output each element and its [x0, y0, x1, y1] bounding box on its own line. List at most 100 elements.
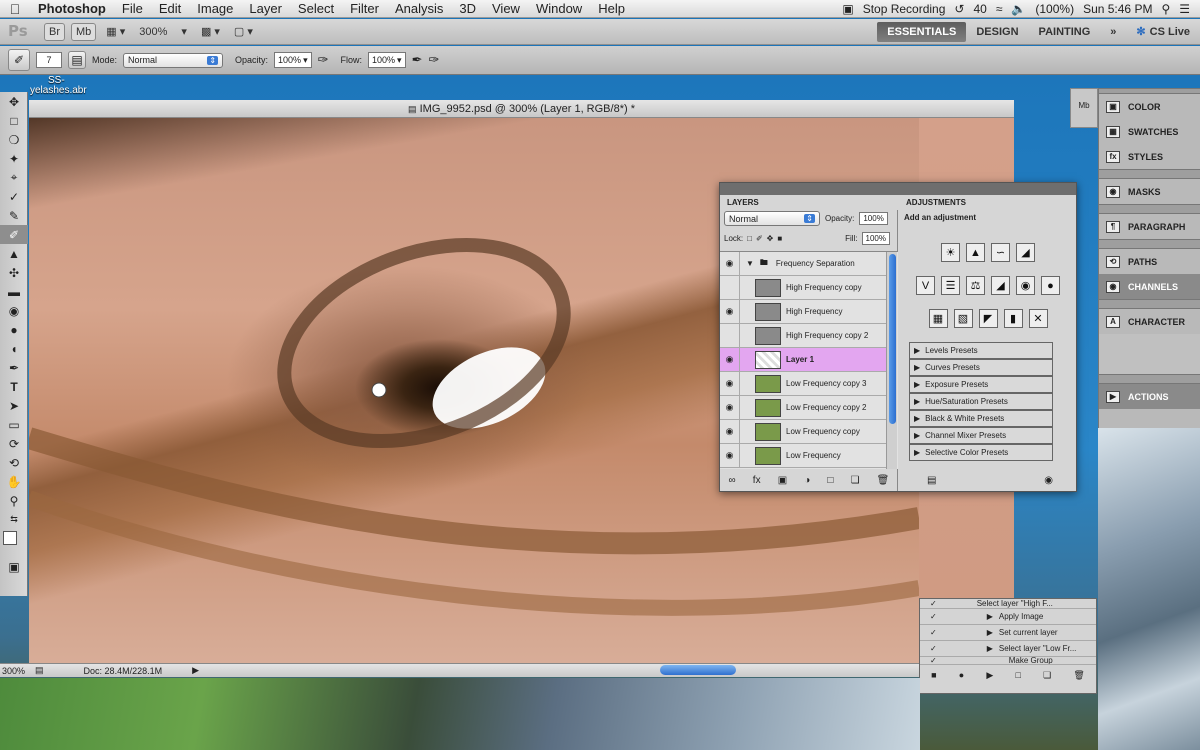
- action-expand-icon[interactable]: ▶: [987, 644, 993, 653]
- notification-icon[interactable]: ☰: [1179, 2, 1190, 16]
- dock-paragraph[interactable]: ¶ PARAGRAPH: [1099, 214, 1200, 239]
- blur-tool-icon[interactable]: ●: [0, 320, 28, 339]
- preset-black-white[interactable]: ▶ Black & White Presets: [909, 410, 1053, 427]
- curves-icon[interactable]: ∽: [991, 243, 1010, 262]
- clip-icon[interactable]: ▤: [927, 475, 936, 486]
- stop-recording-label[interactable]: Stop Recording: [863, 2, 946, 16]
- dock-character[interactable]: A CHARACTER: [1099, 309, 1200, 334]
- action-row[interactable]: ✓ ▶ Set current layer: [920, 625, 1096, 641]
- marquee-tool-icon[interactable]: □: [0, 111, 28, 130]
- layer-row[interactable]: ◉ Low Frequency: [720, 443, 886, 468]
- tool-preset-picker[interactable]: ✐: [8, 49, 30, 71]
- gradient-map-icon[interactable]: ▮: [1003, 309, 1023, 328]
- dock-paths[interactable]: ⟲ PATHS: [1099, 249, 1200, 274]
- quick-select-tool-icon[interactable]: ✦: [0, 149, 28, 168]
- eye-icon[interactable]: ◉: [720, 252, 740, 276]
- photo-filter-icon[interactable]: ◉: [1016, 276, 1035, 295]
- channel-mixer-icon[interactable]: ●: [1041, 276, 1060, 295]
- threshold-icon[interactable]: ◤: [978, 309, 998, 328]
- new-action-icon[interactable]: ❏: [1043, 670, 1051, 681]
- pressure-opacity-icon[interactable]: ✑: [318, 52, 329, 68]
- color-balance-icon[interactable]: ⚖: [966, 276, 985, 295]
- opacity-input[interactable]: 100% ▾: [274, 52, 312, 68]
- type-tool-icon[interactable]: T: [0, 377, 28, 396]
- preset-levels[interactable]: ▶ Levels Presets: [909, 342, 1053, 359]
- brush-preset-picker[interactable]: 7: [36, 52, 62, 68]
- volume-icon[interactable]: 🔈: [1011, 2, 1026, 16]
- lock-all-icon[interactable]: ■: [777, 234, 782, 243]
- dock-swatches[interactable]: ▦ SWATCHES: [1099, 119, 1200, 144]
- new-group-icon[interactable]: □: [827, 475, 833, 486]
- cs-live-button[interactable]: ✼ CS Live: [1126, 19, 1200, 44]
- layer-group-row[interactable]: ◉ ▼ 🖿 Frequency Separation: [720, 252, 886, 276]
- preset-exposure[interactable]: ▶ Exposure Presets: [909, 376, 1053, 393]
- menu-image[interactable]: Image: [189, 1, 241, 16]
- menu-photoshop[interactable]: Photoshop: [30, 1, 114, 16]
- layer-row[interactable]: High Frequency copy: [720, 275, 886, 300]
- eraser-tool-icon[interactable]: ▬: [0, 282, 28, 301]
- action-check-icon[interactable]: ✓: [930, 628, 937, 637]
- action-check-icon[interactable]: ✓: [930, 612, 937, 621]
- color-swatches[interactable]: [0, 529, 28, 557]
- brush-panel-toggle-icon[interactable]: ▤: [68, 51, 86, 69]
- menu-edit[interactable]: Edit: [151, 1, 189, 16]
- record-action-icon[interactable]: ●: [959, 670, 964, 681]
- status-menu-arrow-icon[interactable]: ▶: [192, 665, 199, 676]
- action-check-icon[interactable]: ✓: [930, 657, 937, 664]
- menu-window[interactable]: Window: [528, 1, 590, 16]
- eye-icon[interactable]: ◉: [720, 395, 740, 420]
- mode-select[interactable]: Normal ⇕: [123, 52, 224, 68]
- wifi-icon[interactable]: ≈: [996, 2, 1003, 16]
- workspace-painting[interactable]: PAINTING: [1029, 19, 1101, 44]
- more-workspaces-button[interactable]: »: [1100, 19, 1126, 44]
- preset-selective-color[interactable]: ▶ Selective Color Presets: [909, 444, 1053, 461]
- pen-tool-icon[interactable]: ✒: [0, 358, 28, 377]
- levels-icon[interactable]: ▲: [966, 243, 985, 262]
- brightness-contrast-icon[interactable]: ☀: [941, 243, 960, 262]
- status-zoom[interactable]: 300%: [2, 666, 25, 676]
- mini-bridge-button[interactable]: Mb: [71, 22, 97, 41]
- stop-recording-icon[interactable]: ▣: [842, 2, 853, 16]
- tab-layers[interactable]: LAYERS: [722, 195, 764, 210]
- horizontal-scrollbar-thumb[interactable]: [660, 665, 736, 675]
- lasso-tool-icon[interactable]: ❍: [0, 130, 28, 149]
- foreground-color-swatch[interactable]: [3, 531, 17, 545]
- eye-icon[interactable]: ◉: [720, 443, 740, 468]
- action-row[interactable]: ✓ Select layer "High F...: [920, 599, 1096, 609]
- new-layer-icon[interactable]: ❏: [851, 475, 860, 486]
- dock-color[interactable]: ▣ COLOR: [1099, 94, 1200, 119]
- eye-icon[interactable]: ◉: [720, 371, 740, 396]
- mini-bridge-dock-icon[interactable]: Mb: [1070, 88, 1098, 128]
- layer-row-selected[interactable]: ◉ Layer 1: [720, 347, 886, 372]
- trash-icon[interactable]: 🗑: [877, 475, 890, 486]
- stop-action-icon[interactable]: ■: [931, 670, 936, 681]
- layer-row[interactable]: ◉ Low Frequency copy 2: [720, 395, 886, 420]
- menu-analysis[interactable]: Analysis: [387, 1, 451, 16]
- layers-scrollbar-thumb[interactable]: [888, 254, 896, 424]
- chevron-down-icon[interactable]: ▾: [397, 55, 402, 66]
- layer-row[interactable]: ◉ Low Frequency copy: [720, 419, 886, 444]
- menu-select[interactable]: Select: [290, 1, 342, 16]
- crop-tool-icon[interactable]: ⌖: [0, 168, 28, 187]
- new-set-icon[interactable]: □: [1016, 670, 1021, 681]
- menu-help[interactable]: Help: [590, 1, 633, 16]
- fx-icon[interactable]: fx: [753, 475, 761, 486]
- adjustment-layer-icon[interactable]: ◑: [804, 475, 810, 486]
- dock-masks[interactable]: ◉ MASKS: [1099, 179, 1200, 204]
- exposure-icon[interactable]: ◢: [1016, 243, 1035, 262]
- play-action-icon[interactable]: ▶: [986, 670, 993, 681]
- fill-input[interactable]: 100%: [861, 232, 890, 245]
- chevron-down-icon[interactable]: ▾: [303, 55, 308, 66]
- menu-layer[interactable]: Layer: [241, 1, 290, 16]
- 3d-rotate-tool-icon[interactable]: ⟳: [0, 434, 28, 453]
- 3d-orbit-tool-icon[interactable]: ⟲: [0, 453, 28, 472]
- menu-file[interactable]: File: [114, 1, 151, 16]
- sync-icon[interactable]: ↺: [954, 2, 964, 16]
- eyedropper-tool-icon[interactable]: ✓: [0, 187, 28, 206]
- status-info-icon[interactable]: ▤: [35, 665, 44, 676]
- action-row[interactable]: ✓ ▶ Apply Image: [920, 609, 1096, 625]
- clock-label[interactable]: Sun 5:46 PM: [1083, 2, 1152, 16]
- move-tool-icon[interactable]: ✥: [0, 92, 28, 111]
- eye-hidden-icon[interactable]: [720, 323, 740, 348]
- eye-icon[interactable]: ◉: [720, 299, 740, 324]
